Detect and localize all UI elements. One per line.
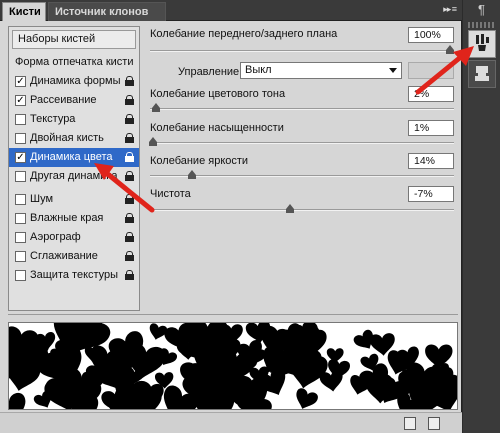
lock-icon[interactable] (125, 232, 134, 242)
control-value-disabled (408, 62, 454, 79)
checkbox[interactable]: ✓ (15, 76, 26, 87)
lock-icon[interactable] (125, 152, 134, 162)
purity-value[interactable]: -7% (408, 186, 454, 202)
control-label: Управление: (178, 66, 243, 78)
stamp-icon (475, 66, 489, 81)
control-select-value: Выкл (245, 64, 272, 76)
fg-bg-jitter-value[interactable]: 100% (408, 27, 454, 43)
fg-bg-jitter-label: Колебание переднего/заднего плана (150, 28, 338, 40)
brush-setting-label: Шум (30, 193, 54, 205)
brush-setting-item[interactable]: Форма отпечатка кисти (9, 53, 139, 72)
brush-setting-item[interactable]: Аэрограф (9, 228, 139, 247)
brightness-jitter-slider-thumb[interactable] (188, 170, 196, 179)
checkbox[interactable] (15, 133, 26, 144)
brush-setting-label: Аэрограф (30, 231, 81, 243)
brush-setting-item[interactable]: Другая динамика (9, 167, 139, 186)
fg-bg-jitter-slider-thumb[interactable] (446, 45, 454, 54)
brush-setting-item[interactable]: ✓ Динамика формы (9, 72, 139, 91)
hue-jitter-slider-thumb[interactable] (152, 103, 160, 112)
brush-setting-label: Сглаживание (30, 250, 98, 262)
saturation-jitter-value[interactable]: 1% (408, 120, 454, 136)
brush-setting-item[interactable]: Защита текстуры (9, 266, 139, 285)
brush-setting-label: Динамика формы (30, 75, 121, 87)
brightness-jitter-value[interactable]: 14% (408, 153, 454, 169)
brush-setting-label: Другая динамика (30, 170, 118, 182)
brush-setting-item[interactable]: Двойная кисть (9, 129, 139, 148)
brush-setting-item[interactable]: Влажные края (9, 209, 139, 228)
brush-setting-item[interactable]: ✓ Динамика цвета (9, 148, 139, 167)
brush-setting-label: Защита текстуры (30, 269, 119, 281)
brush-icon (476, 34, 489, 51)
panel-bottom-bar (0, 412, 462, 433)
hue-jitter-value[interactable]: 2% (408, 86, 454, 102)
lock-icon[interactable] (125, 270, 134, 280)
checkbox[interactable] (15, 213, 26, 224)
lock-icon[interactable] (125, 95, 134, 105)
brush-setting-item[interactable]: Шум (9, 190, 139, 209)
lock-icon[interactable] (125, 76, 134, 86)
saturation-jitter-slider[interactable] (150, 142, 454, 144)
checkbox[interactable] (15, 194, 26, 205)
fg-bg-jitter-slider[interactable] (150, 50, 454, 52)
control-select[interactable]: Выкл (240, 62, 402, 79)
checkbox[interactable] (15, 251, 26, 262)
brush-setting-item[interactable]: Текстура (9, 110, 139, 129)
paragraph-icon[interactable]: ¶ (468, 2, 495, 18)
checkbox[interactable]: ✓ (15, 95, 26, 106)
panel-divider (8, 314, 458, 315)
checkbox[interactable] (15, 114, 26, 125)
hue-jitter-slider[interactable] (150, 108, 454, 110)
checkbox[interactable]: ✓ (15, 152, 26, 163)
new-preset-icon[interactable] (404, 417, 416, 430)
dock-grip[interactable] (468, 22, 496, 28)
lock-icon[interactable] (125, 213, 134, 223)
brush-setting-item[interactable]: Сглаживание (9, 247, 139, 266)
brush-setting-label: Текстура (30, 113, 76, 125)
hearts-stroke-preview-image (9, 323, 457, 409)
lock-icon[interactable] (125, 133, 134, 143)
panel-tab-bar: Кисти Источник клонов ▸▸ ≡ (0, 0, 462, 21)
brush-setting-label: Рассеивание (30, 94, 97, 106)
brush-panel-icon[interactable] (468, 30, 496, 58)
brush-settings-list-panel: Наборы кистей Форма отпечатка кисти ✓ Дина… (8, 26, 140, 311)
panel-menu-icon[interactable]: ▸▸ ≡ (426, 4, 457, 17)
brightness-jitter-label: Колебание яркости (150, 155, 249, 167)
tab-clone-source[interactable]: Источник клонов (48, 2, 166, 21)
purity-slider-thumb[interactable] (285, 204, 294, 213)
clone-source-icon[interactable] (468, 60, 496, 88)
checkbox[interactable] (15, 270, 26, 281)
lock-icon[interactable] (125, 114, 134, 124)
brush-setting-item[interactable]: ✓ Рассеивание (9, 91, 139, 110)
brush-stroke-preview (8, 322, 458, 410)
collapsed-panel-dock: ¶ (463, 0, 500, 433)
saturation-jitter-label: Колебание насыщенности (150, 122, 284, 134)
brush-presets-button[interactable]: Наборы кистей (12, 30, 136, 49)
checkbox[interactable] (15, 232, 26, 243)
purity-label: Чистота (150, 188, 191, 200)
saturation-jitter-slider-thumb[interactable] (149, 137, 157, 146)
brush-setting-label: Двойная кисть (30, 132, 104, 144)
tab-brushes[interactable]: Кисти (2, 2, 46, 21)
checkbox[interactable] (15, 171, 26, 182)
purity-slider[interactable] (150, 209, 454, 211)
lock-icon[interactable] (125, 251, 134, 261)
brush-setting-label: Динамика цвета (30, 151, 113, 163)
brush-setting-label: Форма отпечатка кисти (15, 56, 134, 68)
trash-icon[interactable] (428, 417, 440, 430)
brush-setting-label: Влажные края (30, 212, 104, 224)
lock-icon[interactable] (125, 194, 134, 204)
brush-panel: Кисти Источник клонов ▸▸ ≡ Наборы кистей… (0, 0, 462, 433)
hue-jitter-label: Колебание цветового тона (150, 88, 286, 100)
lock-icon[interactable] (125, 171, 134, 181)
chevron-down-icon (389, 68, 397, 73)
brush-settings-list: Форма отпечатка кисти ✓ Динамика формы ✓ Рас… (9, 53, 139, 285)
